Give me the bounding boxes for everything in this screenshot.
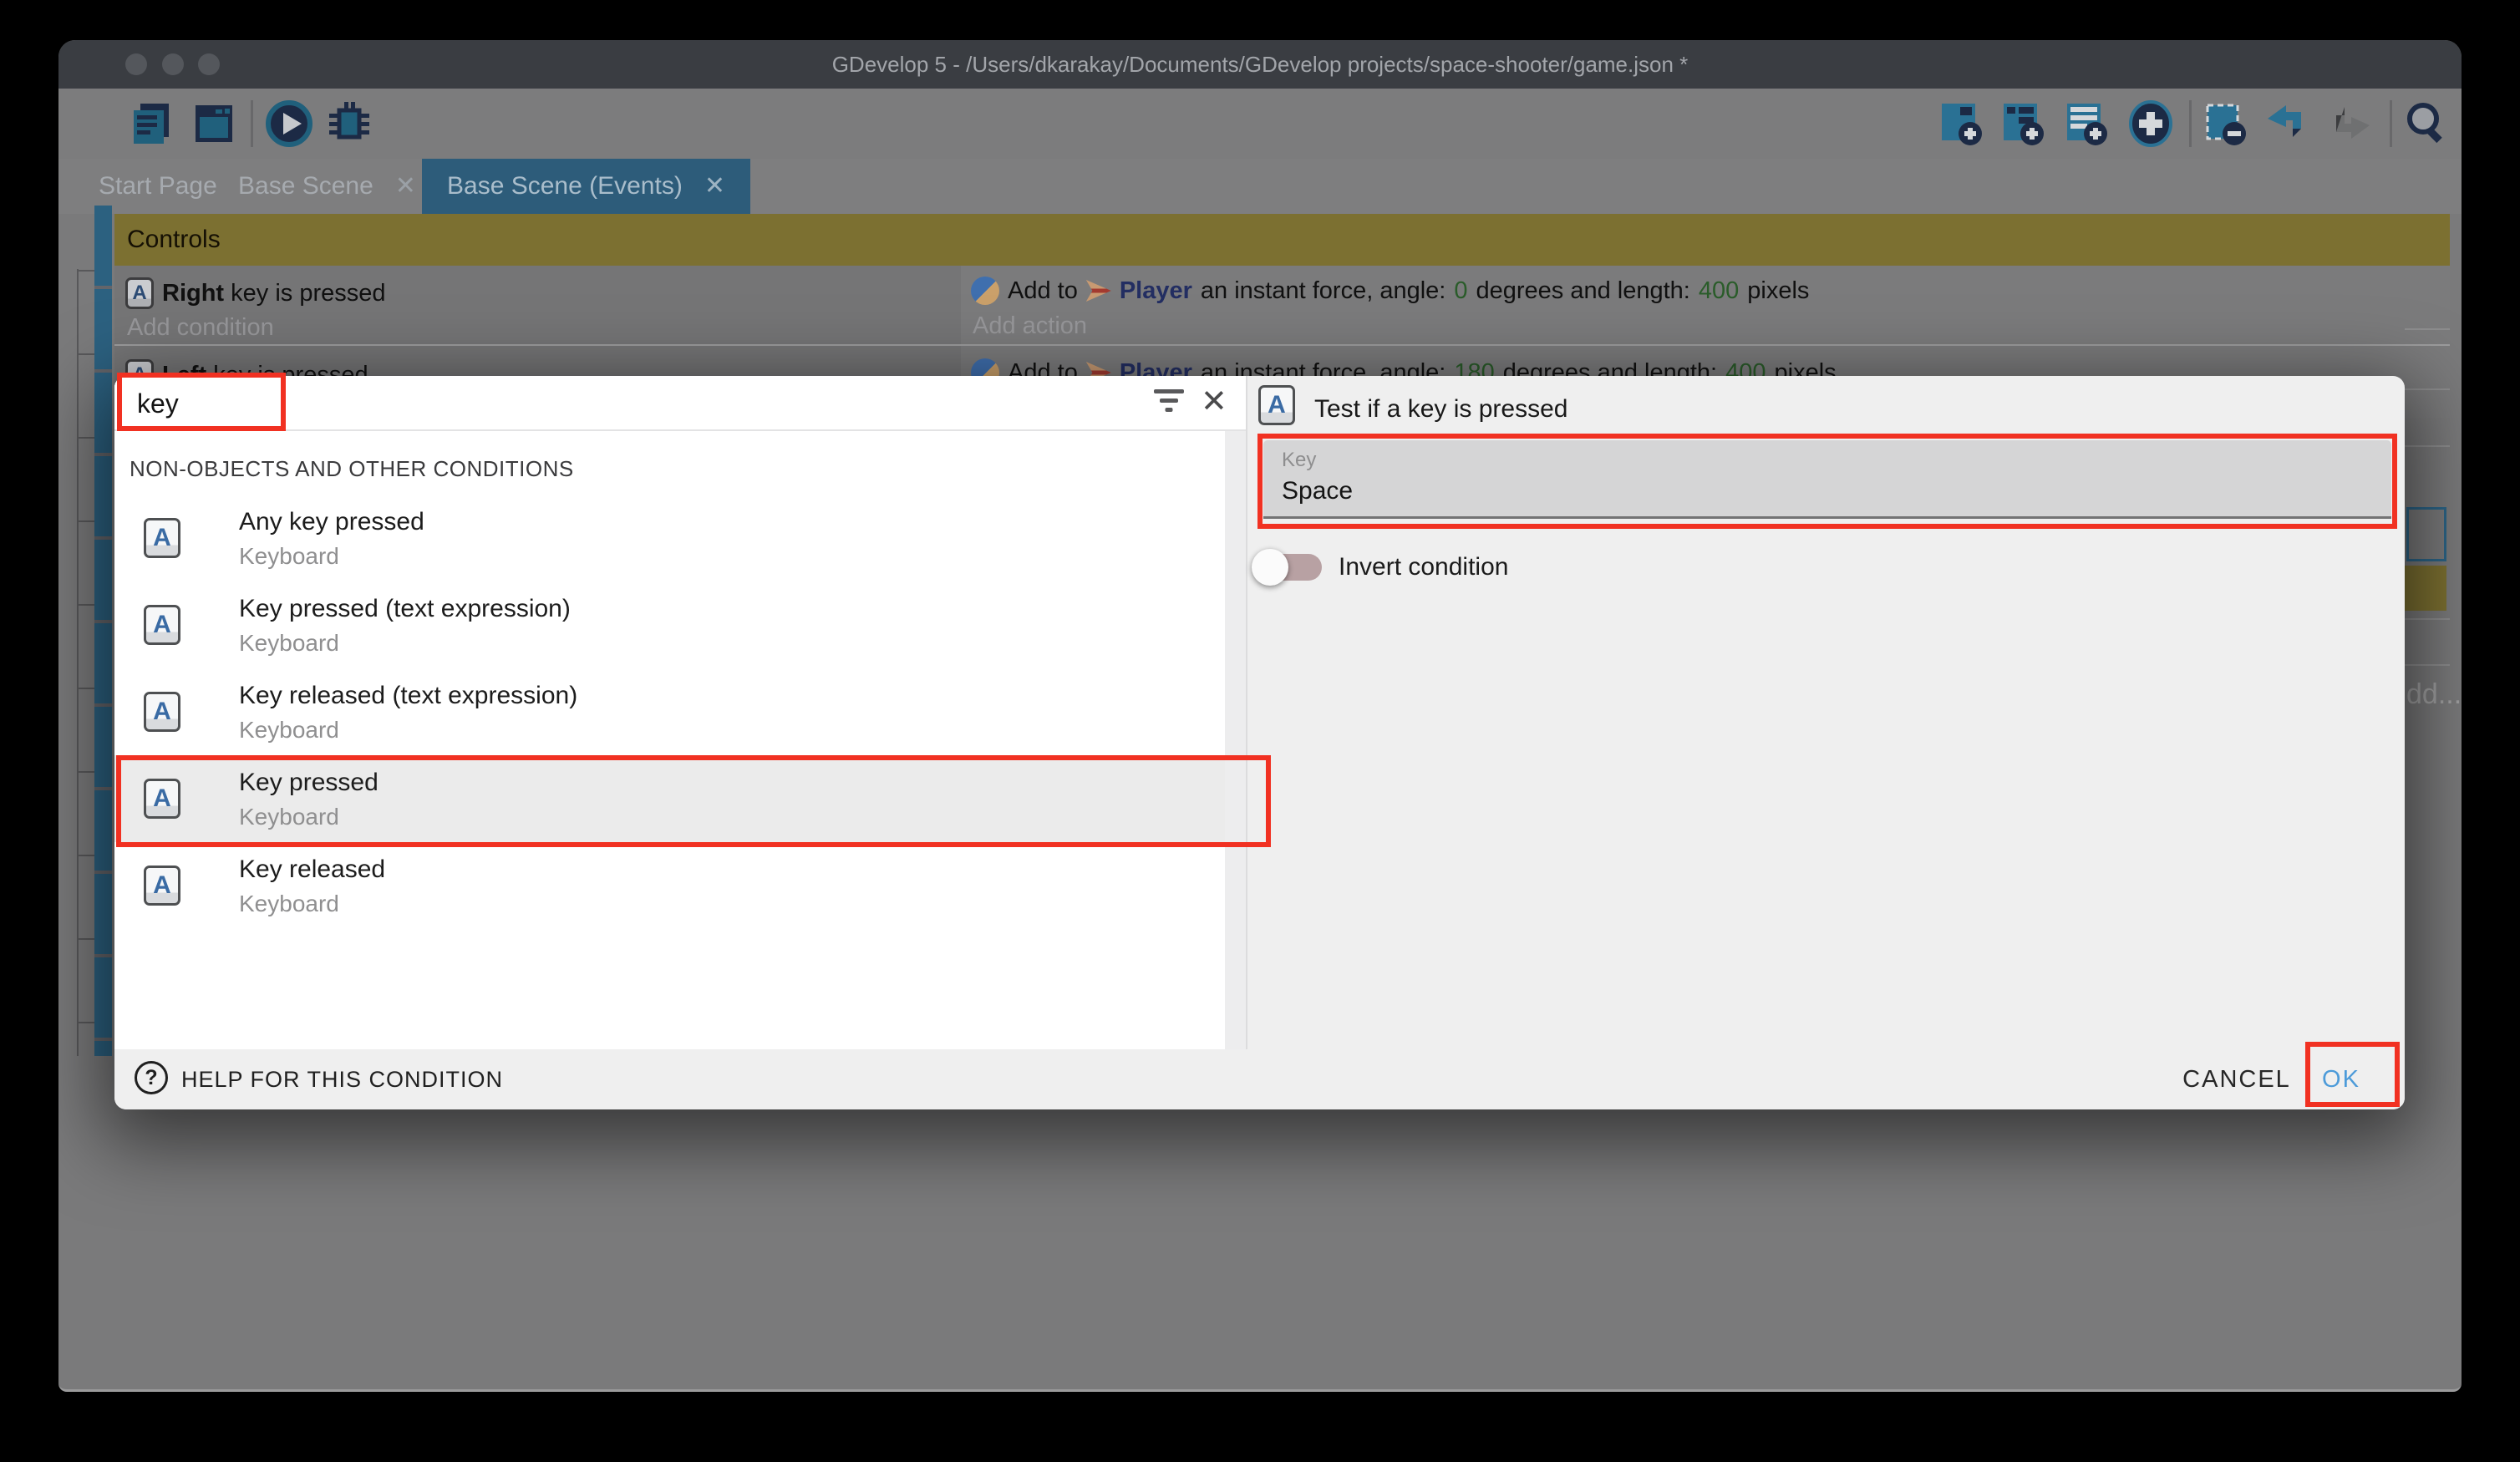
toolbar-separator (2390, 100, 2392, 147)
keyboard-key-icon: A (1258, 385, 1295, 425)
dialog-footer: ? HELP FOR THIS CONDITION CANCEL OK (114, 1049, 2405, 1109)
delete-selection-icon[interactable] (2202, 100, 2249, 147)
event-tree-stubs (77, 270, 94, 1026)
add-circle-icon[interactable] (2127, 100, 2174, 147)
row-divider (2405, 664, 2450, 666)
angle-value: 0 (1454, 277, 1467, 305)
annotation-ok-button-box (2305, 1042, 2400, 1107)
list-item-title: Key released (239, 855, 385, 884)
toolbar-separator (2189, 100, 2192, 147)
condition-line[interactable]: A Right key is pressed (125, 277, 386, 309)
tab-base-scene-events[interactable]: Base Scene (Events) ✕ (422, 159, 750, 214)
section-header: NON-OBJECTS AND OTHER CONDITIONS (130, 456, 574, 482)
add-comment-icon[interactable] (2064, 100, 2111, 147)
toolbar-separator (251, 100, 253, 147)
list-item-subtitle: Keyboard (239, 891, 339, 917)
scene-editor-icon[interactable] (191, 100, 237, 147)
close-icon[interactable]: ✕ (704, 174, 725, 199)
main-toolbar (58, 89, 2462, 159)
list-item-subtitle: Keyboard (239, 543, 339, 570)
annotation-search-box (117, 373, 286, 431)
editor-tabs: Start Page Base Scene ✕ Base Scene (Even… (58, 159, 2462, 214)
list-item[interactable]: A Key released Keyboard (114, 842, 1225, 929)
player-object-icon (1086, 280, 1111, 302)
help-link[interactable]: HELP FOR THIS CONDITION (181, 1049, 503, 1109)
panel-divider (1246, 376, 1247, 1049)
tab-label: Start Page (99, 159, 217, 214)
close-icon[interactable]: ✕ (395, 174, 416, 199)
undo-icon[interactable] (2264, 100, 2311, 147)
add-condition-link[interactable]: Add condition (127, 314, 274, 342)
event-group-row-edge (2405, 566, 2446, 611)
condition-list-panel: NON-OBJECTS AND OTHER CONDITIONS A Any k… (114, 376, 1225, 1049)
close-icon[interactable]: ✕ (1201, 376, 1227, 431)
condition-title: Test if a key is pressed (1314, 376, 1567, 443)
keyboard-key-icon: A (144, 692, 180, 732)
annotation-key-field-box (1257, 434, 2397, 529)
truncated-add-link[interactable]: dd... (2406, 678, 2462, 711)
invert-toggle-knob[interactable] (1252, 549, 1288, 586)
debug-icon[interactable] (326, 100, 373, 147)
add-event-icon[interactable] (1938, 100, 1985, 147)
cancel-button[interactable]: CANCEL (2170, 1049, 2304, 1109)
help-icon[interactable]: ? (135, 1061, 168, 1094)
keyboard-key-icon: A (125, 277, 154, 309)
add-action-link[interactable]: Add action (973, 312, 1087, 340)
selected-event-outline (2406, 507, 2446, 561)
title-bar: GDevelop 5 - /Users/dkarakay/Documents/G… (58, 40, 2462, 89)
row-divider (2405, 388, 2450, 390)
project-manager-icon[interactable] (129, 100, 175, 147)
list-item[interactable]: A Key released (text expression) Keyboar… (114, 668, 1225, 755)
event-group-label: Controls (127, 226, 221, 253)
keyboard-key-icon: A (144, 866, 180, 906)
add-subevent-icon[interactable] (2000, 100, 2047, 147)
row-divider (2405, 445, 2450, 447)
row-divider (2405, 618, 2450, 620)
list-scrollbar-gutter[interactable] (1225, 431, 1246, 1049)
condition-text: Right (162, 280, 224, 307)
row-divider (2405, 328, 2450, 330)
list-item-subtitle: Keyboard (239, 630, 339, 657)
keyboard-key-icon: A (144, 518, 180, 558)
list-item-title: Any key pressed (239, 508, 424, 536)
play-icon[interactable] (266, 100, 312, 147)
add-force-icon (971, 277, 999, 305)
list-item-title: Key released (text expression) (239, 682, 577, 710)
annotation-selected-item-box (116, 755, 1271, 847)
list-item-subtitle: Keyboard (239, 717, 339, 744)
list-item[interactable]: A Any key pressed Keyboard (114, 495, 1225, 581)
object-name: Player (1120, 277, 1192, 305)
length-value: 400 (1699, 277, 1739, 305)
list-item[interactable]: A Key pressed (text expression) Keyboard (114, 581, 1225, 668)
filter-icon[interactable] (1151, 389, 1187, 419)
event-group-row[interactable]: Controls (114, 214, 2450, 266)
keyboard-key-icon: A (144, 605, 180, 645)
action-line[interactable]: Add to Player an instant force, angle: 0… (971, 277, 1809, 305)
window-title: GDevelop 5 - /Users/dkarakay/Documents/G… (58, 40, 2462, 89)
tab-base-scene[interactable]: Base Scene ✕ (213, 159, 441, 214)
search-icon[interactable] (2403, 100, 2450, 147)
condition-cell[interactable]: A Right key is pressed Add condition (114, 266, 961, 344)
redo-icon[interactable] (2326, 100, 2373, 147)
tab-label: Base Scene (238, 159, 373, 214)
tab-label: Base Scene (Events) (447, 159, 683, 214)
list-item-title: Key pressed (text expression) (239, 595, 571, 623)
invert-condition-label: Invert condition (1339, 549, 1508, 586)
event-indent-strips (94, 206, 112, 1056)
action-cell[interactable]: Add to Player an instant force, angle: 0… (961, 266, 2450, 344)
